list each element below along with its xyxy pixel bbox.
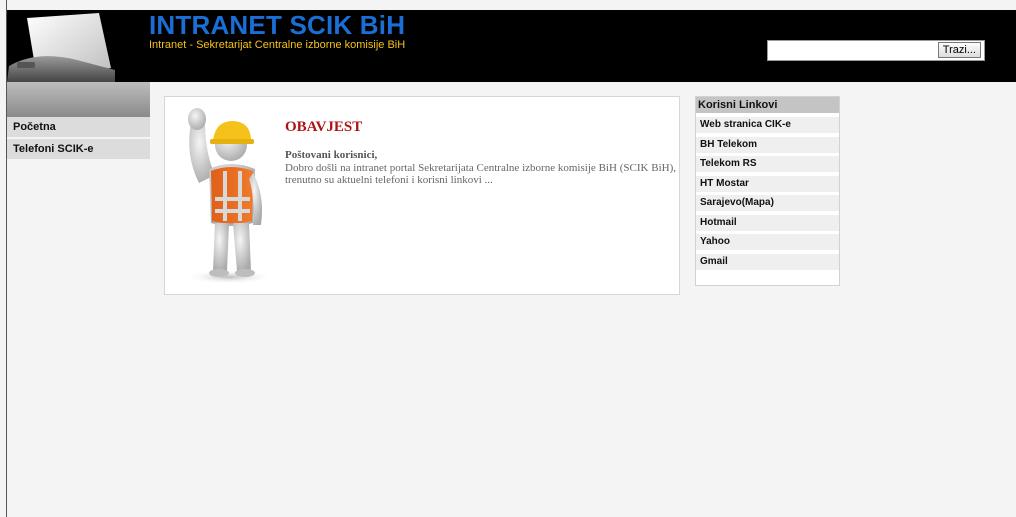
search-input[interactable] [768, 41, 946, 58]
search-button[interactable]: Trazi... [937, 42, 981, 58]
construction-worker-icon [171, 105, 283, 285]
link-telekom-rs[interactable]: Telekom RS [696, 156, 839, 172]
search-box: Trazi... [767, 40, 985, 61]
sidebar-header-bar [7, 82, 150, 117]
link-yahoo[interactable]: Yahoo [696, 234, 839, 250]
notice-title: OBAVJEST [285, 119, 363, 135]
link-gmail[interactable]: Gmail [696, 253, 839, 270]
printer-logo-icon[interactable] [7, 10, 115, 82]
notice-greeting: Poštovani korisnici, [285, 149, 378, 161]
site-header: INTRANET SCIK BiH Intranet - Sekretarija… [7, 10, 1016, 82]
sidebar-item-telefoni[interactable]: Telefoni SCIK-e [7, 139, 150, 159]
notice-panel: OBAVJEST Poštovani korisnici, Dobro došl… [164, 96, 680, 295]
link-sarajevo-mapa[interactable]: Sarajevo(Mapa) [696, 195, 839, 211]
useful-links-title: Korisni Linkovi [696, 97, 839, 113]
link-ht-mostar[interactable]: HT Mostar [696, 175, 839, 192]
site-subtitle: Intranet - Sekretarijat Centralne izborn… [149, 39, 406, 51]
sidebar-item-pocetna[interactable]: Početna [7, 117, 150, 137]
useful-links-panel: Korisni Linkovi Web stranica CIK-e BH Te… [695, 96, 840, 286]
link-hotmail[interactable]: Hotmail [696, 214, 839, 231]
link-web-stranica-cik[interactable]: Web stranica CIK-e [696, 117, 839, 133]
site-title: INTRANET SCIK BiH [149, 10, 406, 40]
sidebar-nav: Početna Telefoni SCIK-e [7, 117, 150, 161]
notice-body: Dobro došli na intranet portal Sekretari… [285, 162, 676, 186]
link-bh-telekom[interactable]: BH Telekom [696, 136, 839, 153]
